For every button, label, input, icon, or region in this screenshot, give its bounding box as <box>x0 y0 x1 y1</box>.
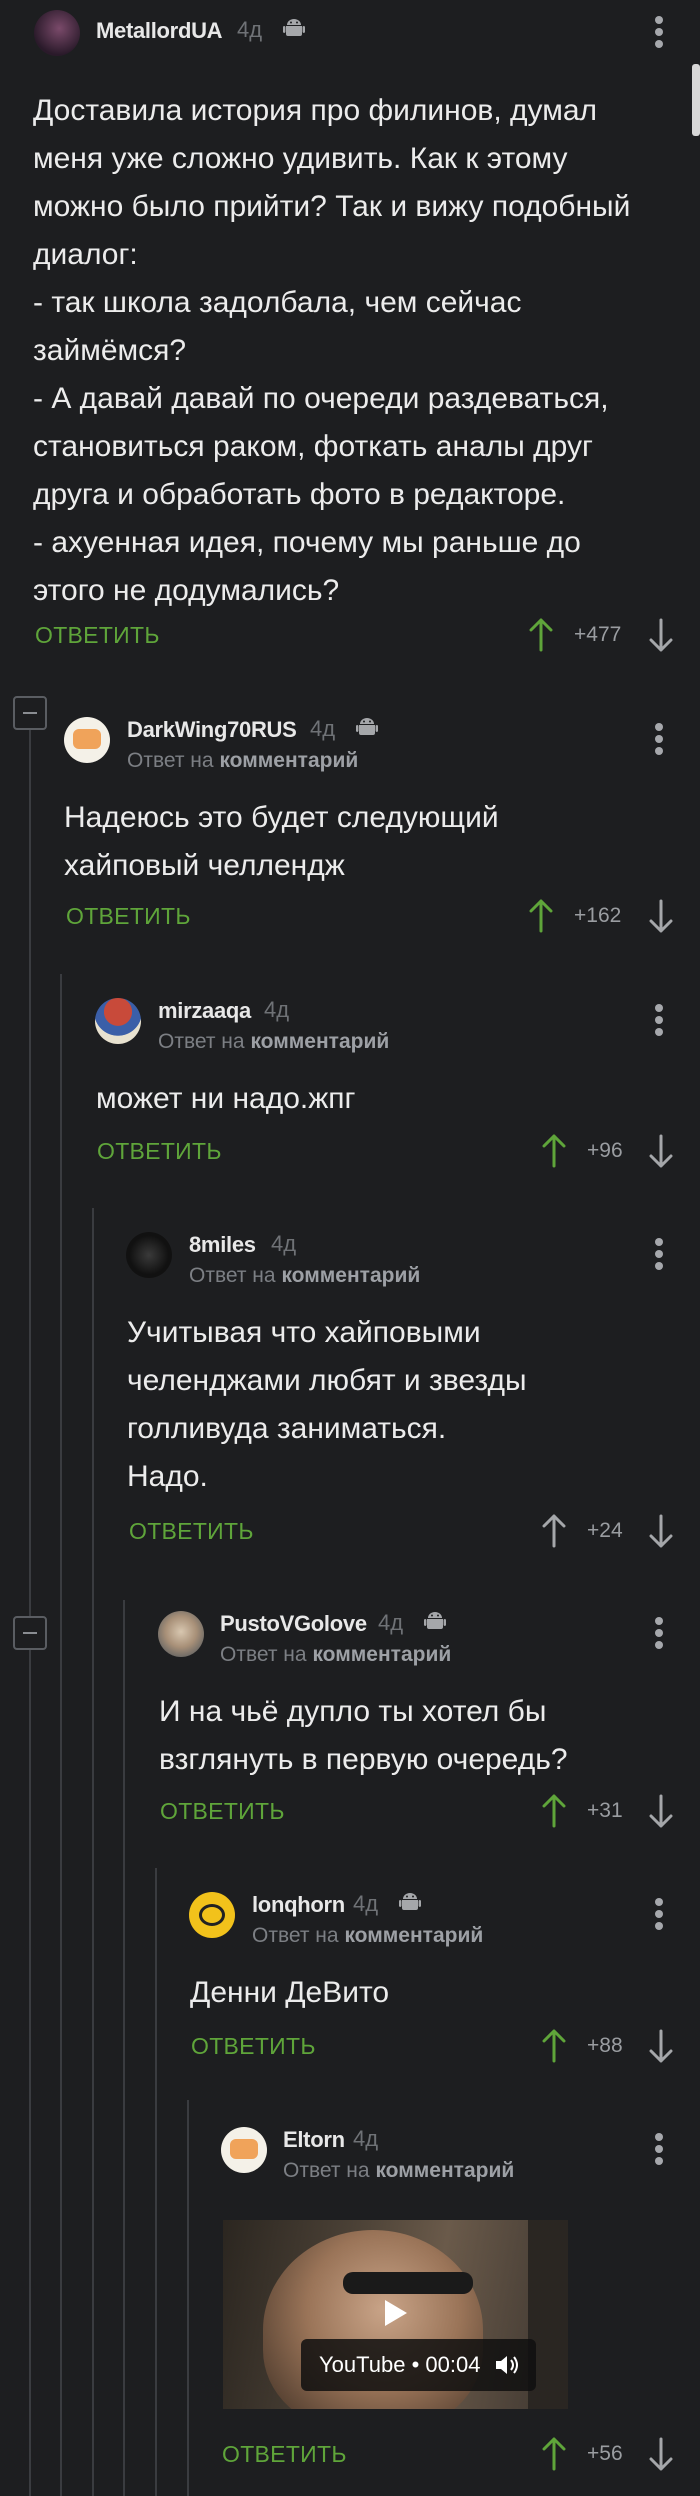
android-icon <box>283 19 305 36</box>
avatar[interactable] <box>126 1232 172 1278</box>
volume-icon[interactable] <box>494 2354 520 2376</box>
upvote-arrow-icon[interactable] <box>541 2437 567 2471</box>
video-info-badge: YouTube • 00:04 <box>301 2339 536 2391</box>
android-icon <box>424 1612 446 1629</box>
rating-counter: +31 <box>587 1799 623 1822</box>
thread-line <box>92 1208 94 2496</box>
reply-to-label: Ответ на комментарий <box>158 1030 390 1053</box>
reply-button[interactable]: ОТВЕТИТЬ <box>222 2441 347 2468</box>
reply-to-label: Ответ на комментарий <box>252 1924 484 1947</box>
downvote-arrow-icon[interactable] <box>648 1794 674 1828</box>
comment-text: Надеюсь это будет следующий хайповый чел… <box>64 801 499 882</box>
comment-time: 4д <box>271 1231 297 1256</box>
comment-time: 4д <box>353 1891 379 1916</box>
video-embed[interactable]: YouTube • 00:04 <box>223 2220 568 2409</box>
reply-to-label: Ответ на комментарий <box>189 1264 421 1287</box>
video-label: YouTube • 00:04 <box>319 2352 481 2377</box>
collapse-thread-button[interactable] <box>13 1616 47 1650</box>
comment-time: 4д <box>237 17 263 42</box>
upvote-arrow-icon[interactable] <box>541 1134 567 1168</box>
reply-to-link[interactable]: комментарий <box>281 1264 420 1287</box>
thread-line <box>60 974 62 2496</box>
android-icon <box>356 718 378 735</box>
more-options-icon[interactable] <box>655 1617 663 1649</box>
comment-author[interactable]: mirzaaqa <box>158 998 251 1024</box>
reply-to-link[interactable]: комментарий <box>344 1924 483 1947</box>
reply-to-link[interactable]: комментарий <box>219 749 358 772</box>
thread-line <box>187 2100 189 2496</box>
comment-text: Учитывая что хайповыми челенджами любят … <box>127 1316 527 1493</box>
reply-to-label: Ответ на комментарий <box>220 1643 452 1666</box>
comment-author[interactable]: DarkWing70RUS <box>127 717 297 743</box>
avatar[interactable] <box>158 1611 204 1657</box>
upvote-arrow-icon[interactable] <box>541 2029 567 2063</box>
comment-text: Доставила история про филинов, думал мен… <box>33 94 631 607</box>
reply-button[interactable]: ОТВЕТИТЬ <box>35 622 160 649</box>
avatar[interactable] <box>221 2127 267 2173</box>
avatar[interactable] <box>95 998 141 1044</box>
upvote-arrow-icon[interactable] <box>528 899 554 933</box>
comment-author[interactable]: MetallordUA <box>96 18 223 44</box>
downvote-arrow-icon[interactable] <box>648 1514 674 1548</box>
more-options-icon[interactable] <box>655 1898 663 1930</box>
comment-time: 4д <box>353 2126 379 2151</box>
reply-button[interactable]: ОТВЕТИТЬ <box>97 1138 222 1165</box>
rating-counter: +56 <box>587 2442 623 2465</box>
rating-counter: +24 <box>587 1519 623 1542</box>
comment-text: Денни ДеВито <box>190 1976 390 2009</box>
reply-button[interactable]: ОТВЕТИТЬ <box>129 1518 254 1545</box>
thread-line <box>29 726 31 2496</box>
reply-button[interactable]: ОТВЕТИТЬ <box>160 1798 285 1825</box>
rating-counter: +88 <box>587 2034 623 2057</box>
upvote-arrow-icon[interactable] <box>528 618 554 652</box>
more-options-icon[interactable] <box>655 1004 663 1036</box>
downvote-arrow-icon[interactable] <box>648 618 674 652</box>
reply-to-label: Ответ на комментарий <box>127 749 359 772</box>
comment-text: И на чьё дупло ты хотел бы взглянуть в п… <box>159 1695 568 1776</box>
rating-counter: +477 <box>574 623 622 646</box>
more-options-icon[interactable] <box>655 16 663 48</box>
reply-to-link[interactable]: комментарий <box>375 2159 514 2182</box>
reply-to-link[interactable]: комментарий <box>312 1643 451 1666</box>
scrollbar[interactable] <box>692 64 700 136</box>
downvote-arrow-icon[interactable] <box>648 2437 674 2471</box>
reply-button[interactable]: ОТВЕТИТЬ <box>66 903 191 930</box>
collapse-thread-button[interactable] <box>13 696 47 730</box>
play-icon[interactable] <box>383 2298 409 2328</box>
comment-author[interactable]: PustoVGolove <box>220 1611 367 1637</box>
reply-to-label: Ответ на комментарий <box>283 2159 515 2182</box>
thread-line <box>155 1868 157 2496</box>
upvote-arrow-icon[interactable] <box>541 1514 567 1548</box>
more-options-icon[interactable] <box>655 723 663 755</box>
comment-time: 4д <box>378 1610 404 1635</box>
avatar[interactable] <box>64 717 110 763</box>
upvote-arrow-icon[interactable] <box>541 1794 567 1828</box>
comment-text: может ни надо.жпг <box>96 1082 356 1115</box>
avatar[interactable] <box>189 1892 235 1938</box>
more-options-icon[interactable] <box>655 2133 663 2165</box>
reply-to-link[interactable]: комментарий <box>250 1030 389 1053</box>
avatar[interactable] <box>34 10 80 56</box>
downvote-arrow-icon[interactable] <box>648 1134 674 1168</box>
rating-counter: +96 <box>587 1139 623 1162</box>
comment-author[interactable]: lonqhorn <box>252 1892 345 1918</box>
downvote-arrow-icon[interactable] <box>648 2029 674 2063</box>
rating-counter: +162 <box>574 904 622 927</box>
comment-time: 4д <box>310 716 336 741</box>
more-options-icon[interactable] <box>655 1238 663 1270</box>
thread-line <box>123 1600 125 2496</box>
comment-author[interactable]: 8miles <box>189 1232 256 1258</box>
comment-author[interactable]: Eltorn <box>283 2127 345 2153</box>
downvote-arrow-icon[interactable] <box>648 899 674 933</box>
reply-button[interactable]: ОТВЕТИТЬ <box>191 2033 316 2060</box>
comment-time: 4д <box>264 997 290 1022</box>
android-icon <box>399 1893 421 1910</box>
